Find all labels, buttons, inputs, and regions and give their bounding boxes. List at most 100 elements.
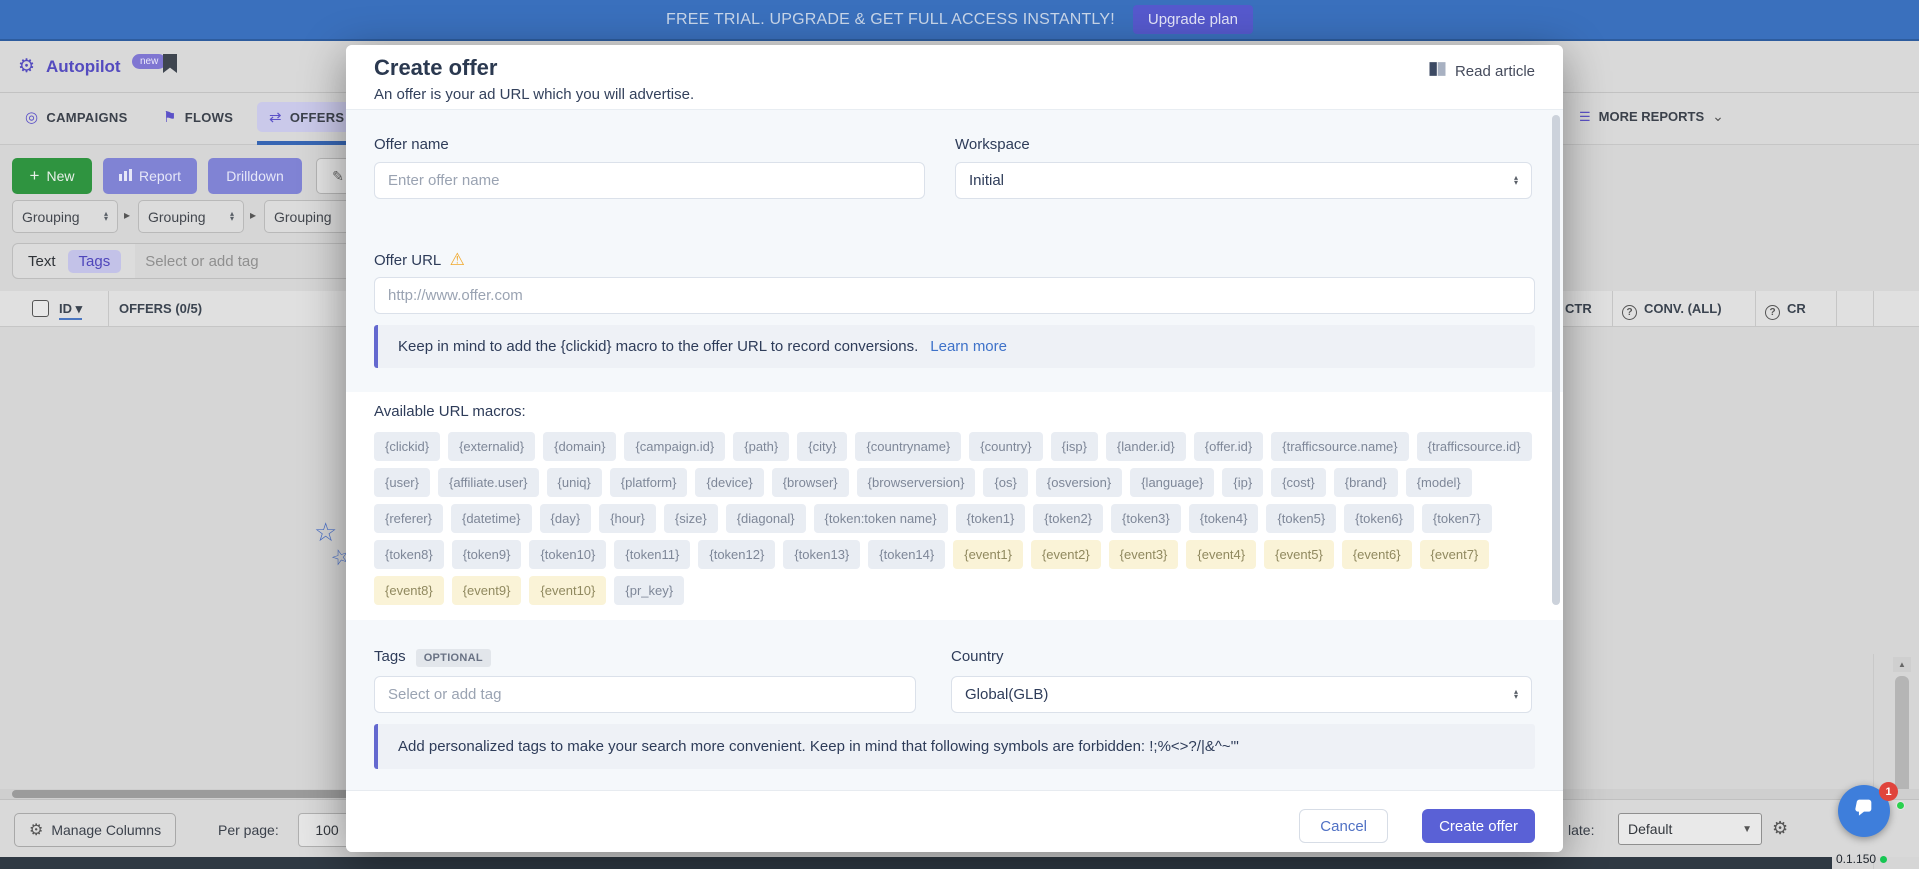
macro-chip[interactable]: {hour}	[599, 504, 656, 533]
question-circle-icon[interactable]: ?	[1622, 305, 1637, 320]
macro-chip[interactable]: {offer.id}	[1194, 432, 1263, 461]
macro-chip[interactable]: {token10}	[529, 540, 606, 569]
filter-mode-text[interactable]: Text	[28, 253, 56, 270]
macro-chip[interactable]: {event5}	[1264, 540, 1334, 569]
macro-chip[interactable]: {event1}	[953, 540, 1023, 569]
macro-chip[interactable]: {user}	[374, 468, 430, 497]
macro-chip[interactable]: {affiliate.user}	[438, 468, 539, 497]
tags-input[interactable]: Select or add tag	[374, 676, 916, 713]
gear-icon[interactable]: ⚙	[1772, 818, 1788, 839]
updown-icon: ▴▾	[1514, 176, 1518, 186]
macro-chip[interactable]: {path}	[733, 432, 789, 461]
tab-campaigns[interactable]: ◎ CAMPAIGNS	[25, 102, 128, 132]
select-all-checkbox[interactable]	[32, 300, 49, 317]
offer-name-input[interactable]: Enter offer name	[374, 162, 925, 199]
macro-chip[interactable]: {token11}	[614, 540, 690, 569]
scroll-up-arrow[interactable]: ▲	[1893, 657, 1911, 672]
macro-chip[interactable]: {osversion}	[1036, 468, 1122, 497]
workspace-select[interactable]: Initial ▴▾	[955, 162, 1532, 199]
upgrade-plan-button[interactable]: Upgrade plan	[1133, 5, 1253, 34]
report-chart-icon	[119, 168, 132, 184]
clickid-note: Keep in mind to add the {clickid} macro …	[374, 325, 1535, 368]
country-select[interactable]: Global(GLB) ▴▾	[951, 676, 1532, 713]
macro-chip[interactable]: {event8}	[374, 576, 444, 605]
macro-chip[interactable]: {cost}	[1271, 468, 1326, 497]
macro-chip[interactable]: {day}	[540, 504, 592, 533]
macro-chip[interactable]: {referer}	[374, 504, 443, 533]
macro-chip[interactable]: {pr_key}	[614, 576, 684, 605]
macro-chip[interactable]: {diagonal}	[726, 504, 806, 533]
updown-icon: ▴▾	[1514, 690, 1518, 700]
new-button[interactable]: + New	[12, 158, 92, 194]
macro-chip[interactable]: {brand}	[1334, 468, 1398, 497]
macro-chip[interactable]: {token14}	[868, 540, 945, 569]
macro-chip[interactable]: {externalid}	[448, 432, 535, 461]
trial-banner-text: FREE TRIAL. UPGRADE & GET FULL ACCESS IN…	[666, 11, 1115, 29]
macro-chip[interactable]: {token4}	[1189, 504, 1259, 533]
macro-chip[interactable]: {size}	[664, 504, 718, 533]
macro-chip[interactable]: {token13}	[783, 540, 860, 569]
macro-chip[interactable]: {trafficsource.name}	[1271, 432, 1408, 461]
macro-chip[interactable]: {event2}	[1031, 540, 1101, 569]
macro-chip[interactable]: {event3}	[1109, 540, 1179, 569]
learn-more-link[interactable]: Learn more	[930, 338, 1007, 355]
read-article-link[interactable]: Read article	[1428, 61, 1535, 81]
macro-chip[interactable]: {token8}	[374, 540, 444, 569]
more-reports-menu[interactable]: ☰ MORE REPORTS ⌄	[1579, 108, 1724, 125]
macro-chip[interactable]: {ip}	[1222, 468, 1263, 497]
macro-chip[interactable]: {event9}	[452, 576, 522, 605]
macro-chip[interactable]: {event10}	[529, 576, 606, 605]
macro-chip[interactable]: {uniq}	[547, 468, 602, 497]
macro-chip[interactable]: {city}	[797, 432, 847, 461]
macro-chip[interactable]: {clickid}	[374, 432, 440, 461]
create-offer-button[interactable]: Create offer	[1422, 809, 1535, 843]
column-id[interactable]: ID ▾	[59, 301, 82, 320]
tab-flows[interactable]: ⚑ FLOWS	[163, 102, 233, 132]
macro-chip[interactable]: {os}	[983, 468, 1027, 497]
macro-chip[interactable]: {datetime}	[451, 504, 532, 533]
macro-chip[interactable]: {model}	[1406, 468, 1472, 497]
tab-offers[interactable]: ⇄ OFFERS	[257, 102, 356, 132]
macro-chip[interactable]: {token5}	[1266, 504, 1336, 533]
manage-columns-button[interactable]: ⚙ Manage Columns	[14, 813, 176, 847]
macro-chip[interactable]: {isp}	[1051, 432, 1098, 461]
macro-chip[interactable]: {token6}	[1344, 504, 1414, 533]
cancel-button[interactable]: Cancel	[1299, 809, 1388, 843]
drilldown-button[interactable]: Drilldown	[208, 158, 302, 194]
macro-chip[interactable]: {lander.id}	[1106, 432, 1186, 461]
macro-chip[interactable]: {event6}	[1342, 540, 1412, 569]
macro-chip[interactable]: {device}	[695, 468, 763, 497]
macro-chip[interactable]: {token7}	[1422, 504, 1492, 533]
grouping-select-2[interactable]: Grouping ▴▾	[138, 200, 244, 233]
macro-chip[interactable]: {event7}	[1420, 540, 1490, 569]
per-page-label: Per page:	[218, 822, 279, 838]
macro-chip[interactable]: {trafficsource.id}	[1417, 432, 1532, 461]
grouping-select-1[interactable]: Grouping ▴▾	[12, 200, 118, 233]
macro-chip[interactable]: {token9}	[452, 540, 522, 569]
report-button[interactable]: Report	[103, 158, 197, 194]
sort-caret-icon: ▾	[76, 301, 83, 316]
macro-chip[interactable]: {country}	[969, 432, 1042, 461]
star-icon: ☆	[314, 517, 337, 548]
macro-chip[interactable]: {campaign.id}	[624, 432, 725, 461]
template-select[interactable]: Default ▼	[1618, 813, 1762, 845]
modal-scrollbar[interactable]	[1552, 115, 1560, 605]
macro-chip[interactable]: {event4}	[1186, 540, 1256, 569]
macro-chip[interactable]: {token2}	[1033, 504, 1103, 533]
macro-chip[interactable]: {token:token name}	[814, 504, 948, 533]
filter-mode-tags[interactable]: Tags	[68, 250, 122, 273]
macro-chip[interactable]: {domain}	[543, 432, 616, 461]
question-circle-icon[interactable]: ?	[1765, 305, 1780, 320]
macro-chip[interactable]: {countryname}	[855, 432, 961, 461]
macros-section: Available URL macros: {clickid}{external…	[346, 392, 1563, 620]
macro-chip[interactable]: {language}	[1130, 468, 1214, 497]
macro-chip[interactable]: {browser}	[772, 468, 849, 497]
updown-icon: ▴▾	[230, 212, 234, 222]
brand-autopilot[interactable]: Autopilot	[46, 57, 121, 77]
macro-chip[interactable]: {browserversion}	[857, 468, 976, 497]
macro-chip[interactable]: {platform}	[610, 468, 688, 497]
macro-chip[interactable]: {token1}	[956, 504, 1026, 533]
macro-chip[interactable]: {token12}	[698, 540, 775, 569]
offer-url-input[interactable]: http://www.offer.com	[374, 277, 1535, 314]
macro-chip[interactable]: {token3}	[1111, 504, 1181, 533]
